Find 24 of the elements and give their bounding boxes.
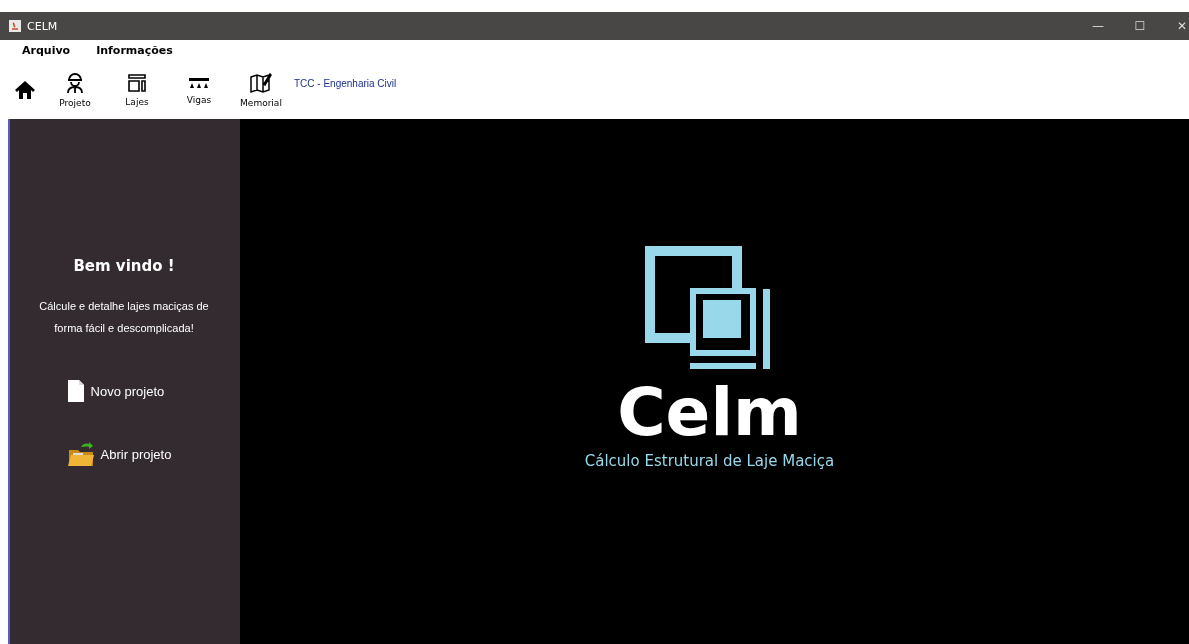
window-title: CELM (27, 19, 58, 33)
action-button[interactable]: Abrir projeto (66, 441, 172, 467)
toolbar-button[interactable]: Projeto (44, 71, 106, 108)
window-control[interactable]: — (1077, 19, 1119, 33)
home-icon (14, 79, 36, 100)
menu-item[interactable]: Informações (96, 44, 173, 60)
map-pen-icon (250, 71, 272, 94)
document-icon (66, 379, 85, 403)
folder-icon (66, 441, 95, 467)
worker-icon (65, 71, 85, 94)
toolbar-button[interactable]: Vigas (168, 74, 230, 105)
slab-icon (127, 72, 147, 93)
app-subtitle: Cálculo Estrutural de Laje Maciça (584, 452, 835, 470)
window-control[interactable]: ✕ (1161, 19, 1189, 33)
caption-text: TCC - Engenharia Civil (294, 78, 397, 89)
toolbar-button[interactable]: Lajes (106, 72, 168, 107)
app-icon (8, 19, 22, 33)
action-button[interactable]: Novo projeto (66, 379, 165, 403)
welcome-title: Bem vindo ! (73, 257, 175, 275)
welcome-text: Cálcule e detalhe lajes maciças de forma fácil e descomplicada! (38, 299, 210, 336)
app-name: Celm (617, 378, 802, 448)
window-control[interactable]: ☐ (1119, 19, 1161, 33)
menu-item[interactable]: Arquivo (22, 44, 71, 60)
toolbar-button[interactable]: Memorial (230, 71, 292, 108)
